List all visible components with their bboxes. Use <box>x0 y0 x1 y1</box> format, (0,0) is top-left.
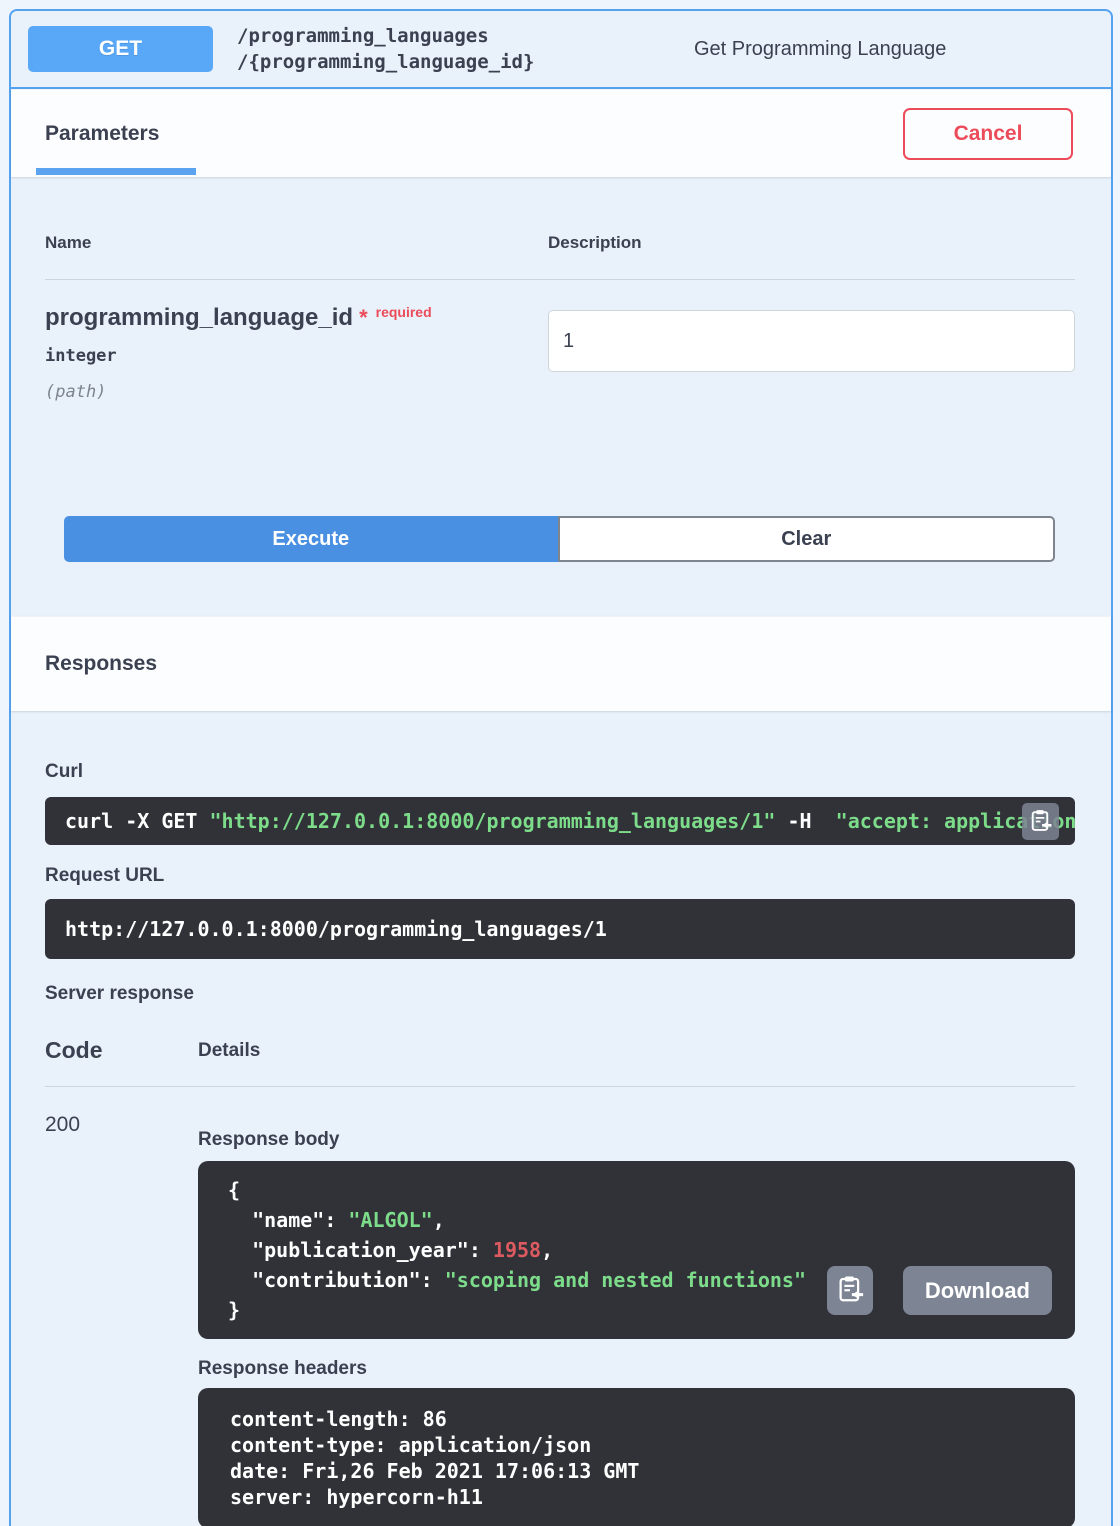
server-response-table-header: Code Details <box>45 1037 1075 1087</box>
response-headers-label: Response headers <box>198 1358 1075 1380</box>
endpoint-path-line2: /{programming_language_id} <box>237 49 682 75</box>
column-header-name: Name <box>45 233 548 253</box>
clear-button[interactable]: Clear <box>558 516 1056 562</box>
page-background: GET /programming_languages /{programming… <box>0 0 1120 1526</box>
operation-block-get: GET /programming_languages /{programming… <box>9 9 1113 1526</box>
download-button[interactable]: Download <box>903 1266 1052 1315</box>
column-header-details: Details <box>198 1040 1075 1062</box>
endpoint-path-line1: /programming_languages <box>237 23 682 49</box>
server-response-title: Server response <box>45 983 1075 1005</box>
column-header-code: Code <box>45 1037 198 1064</box>
response-headers: content-length: 86content-type: applicat… <box>198 1388 1075 1526</box>
parameters-table: Name Description programming_language_id… <box>11 233 1111 562</box>
responses-content: Curl curl -X GET "http://127.0.0.1:8000/… <box>11 761 1111 1526</box>
request-url-text: http://127.0.0.1:8000/programming_langua… <box>65 899 1055 959</box>
parameter-type: integer <box>45 346 548 366</box>
clipboard-copy-icon <box>835 1274 865 1307</box>
responses-title: Responses <box>45 652 157 676</box>
curl-copy-button[interactable] <box>1022 803 1059 840</box>
execute-button[interactable]: Execute <box>64 516 558 562</box>
parameter-name: programming_language_id <box>45 304 353 331</box>
parameters-section-header: Parameters Cancel <box>11 89 1111 177</box>
responses-section-header: Responses <box>11 616 1111 711</box>
parameter-value-cell <box>548 304 1075 408</box>
response-body: { "name": "ALGOL", "publication_year": 1… <box>198 1161 1075 1339</box>
tab-parameters[interactable]: Parameters <box>45 122 159 146</box>
request-url-label: Request URL <box>45 865 1075 887</box>
server-response-row: 200 Response body { "name": "ALGOL", "pu… <box>45 1087 1075 1526</box>
operation-description: Get Programming Language <box>694 38 1094 61</box>
request-url-value: http://127.0.0.1:8000/programming_langua… <box>45 899 1075 959</box>
status-code: 200 <box>45 1087 198 1526</box>
clipboard-copy-icon <box>1028 808 1053 836</box>
response-copy-button[interactable] <box>827 1266 873 1315</box>
execute-button-group: Execute Clear <box>64 516 1055 562</box>
cancel-button[interactable]: Cancel <box>903 108 1073 160</box>
endpoint-path: /programming_languages /{programming_lan… <box>237 23 682 75</box>
curl-label: Curl <box>45 761 1075 783</box>
parameter-location: (path) <box>45 382 548 402</box>
operation-summary[interactable]: GET /programming_languages /{programming… <box>11 11 1111 89</box>
curl-command: curl -X GET "http://127.0.0.1:8000/progr… <box>45 797 1075 845</box>
active-tab-indicator <box>36 168 196 175</box>
response-body-label: Response body <box>198 1129 1075 1151</box>
column-header-description: Description <box>548 233 1075 253</box>
required-star: * <box>353 305 368 330</box>
response-body-actions: Download <box>827 1266 1052 1315</box>
response-details-cell: Response body { "name": "ALGOL", "public… <box>198 1087 1075 1526</box>
parameter-info: programming_language_id*required integer… <box>45 304 548 408</box>
parameters-table-header: Name Description <box>45 233 1075 280</box>
http-method-badge: GET <box>28 26 213 72</box>
required-label: required <box>368 304 432 320</box>
parameter-row: programming_language_id*required integer… <box>45 280 1075 408</box>
parameter-value-input[interactable] <box>548 310 1075 372</box>
